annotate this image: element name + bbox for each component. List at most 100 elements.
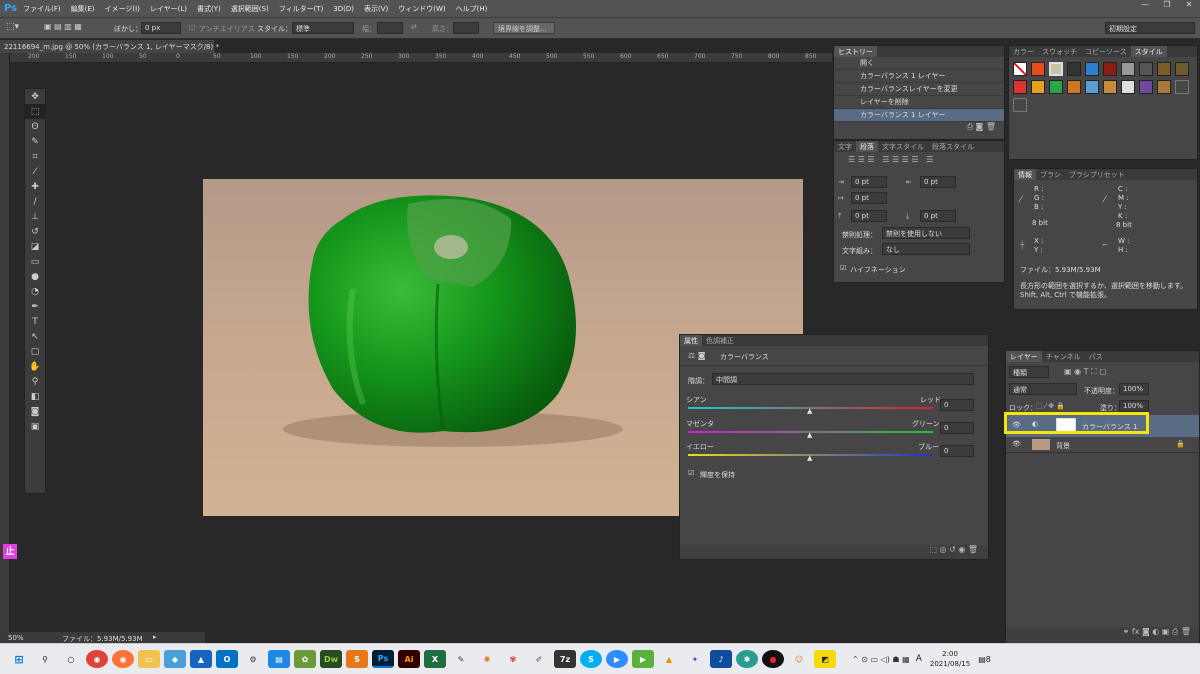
- app-icon[interactable]: ☺: [788, 650, 810, 668]
- lock-icons[interactable]: ⬚ ⁄ ✥ 🔒: [1036, 402, 1065, 410]
- quick-select-tool-icon[interactable]: ✎: [25, 134, 45, 149]
- style-swatches[interactable]: [1013, 62, 1195, 112]
- style-swatch[interactable]: [1175, 62, 1189, 76]
- eraser-tool-icon[interactable]: ◪: [25, 239, 45, 254]
- eyedropper-tool-icon[interactable]: ⁄: [25, 164, 45, 179]
- status-arrow-icon[interactable]: ▸: [153, 633, 157, 641]
- color-swatches-icon[interactable]: ◧: [25, 389, 45, 404]
- path-select-tool-icon[interactable]: ↖: [25, 329, 45, 344]
- menu-edit[interactable]: 編集(E): [71, 4, 95, 14]
- style-swatch[interactable]: [1139, 80, 1153, 94]
- space-after-input[interactable]: 0 pt: [920, 210, 956, 222]
- app-icon[interactable]: ✿: [294, 650, 316, 668]
- zoom-app-icon[interactable]: ▶: [606, 650, 628, 668]
- illustrator-icon[interactable]: Ai: [398, 650, 420, 668]
- feather-input[interactable]: 0 px: [141, 22, 181, 34]
- width-input[interactable]: [377, 22, 403, 34]
- record-icon[interactable]: ●: [762, 650, 784, 668]
- align-buttons-icons[interactable]: ☰ ☰ ☰ ☰ ☰ ☰ ☰ ☰: [848, 155, 933, 164]
- tab-character-style[interactable]: 文字スタイル: [878, 141, 928, 152]
- style-swatch[interactable]: [1121, 80, 1135, 94]
- 7zip-icon[interactable]: 7z: [554, 650, 576, 668]
- style-swatch[interactable]: [1085, 80, 1099, 94]
- style-swatch[interactable]: [1175, 80, 1189, 94]
- layer-kind-select[interactable]: 種類: [1009, 366, 1049, 378]
- dreamweaver-icon[interactable]: Dw: [320, 650, 342, 668]
- outlook-icon[interactable]: O: [216, 650, 238, 668]
- search-icon[interactable]: ⚲: [34, 650, 56, 668]
- layer-row[interactable]: 👁 背景 🔒: [1006, 437, 1199, 453]
- menu-3d[interactable]: 3D(D): [333, 5, 354, 13]
- dodge-tool-icon[interactable]: ◔: [25, 284, 45, 299]
- antialias-checkbox[interactable]: ☐: [189, 24, 195, 32]
- style-swatch[interactable]: [1013, 62, 1027, 76]
- sticky-notes-icon[interactable]: ◩: [814, 650, 836, 668]
- skype-icon[interactable]: S: [580, 650, 602, 668]
- swap-icon[interactable]: ⇄: [411, 23, 417, 31]
- close-icon[interactable]: ✕: [1178, 0, 1200, 12]
- tab-paragraph-style[interactable]: 段落スタイル: [928, 141, 978, 152]
- app-icon[interactable]: ◆: [164, 650, 186, 668]
- style-swatch[interactable]: [1013, 80, 1027, 94]
- pen-tool-icon[interactable]: ✒: [25, 299, 45, 314]
- layer-filter-icons[interactable]: ▣ ◉ T ⛶ ▢: [1064, 367, 1107, 377]
- layers-actions-icons[interactable]: ⚭ fx ◙ ◐ ▣ ⎙ 🗑: [1006, 627, 1199, 643]
- blur-tool-icon[interactable]: ●: [25, 269, 45, 284]
- indent-first-input[interactable]: 0 pt: [851, 192, 887, 204]
- ime-indicator[interactable]: A: [916, 654, 922, 664]
- preserve-checkbox[interactable]: ☑: [688, 469, 694, 477]
- history-actions-icons[interactable]: ⎙ ◙ 🗑: [834, 122, 1004, 132]
- properties-actions-icons[interactable]: ⬚ ◎ ↺ ◉ 🗑: [680, 545, 988, 559]
- tab-color[interactable]: カラー: [1009, 46, 1038, 57]
- tab-character[interactable]: 文字: [834, 141, 856, 152]
- shape-tool-icon[interactable]: ▢: [25, 344, 45, 359]
- tab-layers[interactable]: レイヤー: [1006, 351, 1042, 362]
- indent-left-input[interactable]: 0 pt: [851, 176, 887, 188]
- notification-icon[interactable]: ▤8: [978, 655, 991, 664]
- style-swatch[interactable]: [1067, 62, 1081, 76]
- style-swatch[interactable]: [1067, 80, 1081, 94]
- selection-mode-icons[interactable]: ▣ ▤ ▥ ▦: [44, 22, 82, 31]
- slider-thumb[interactable]: ▲: [807, 454, 812, 462]
- tray-icons[interactable]: ⌃ ⊙ ▭ ◁) ☗ ▦: [852, 655, 910, 664]
- marquee-tool-icon[interactable]: ⬚: [25, 104, 45, 119]
- tab-history[interactable]: ヒストリー: [834, 46, 877, 57]
- minimize-icon[interactable]: —: [1134, 0, 1156, 12]
- fill-input[interactable]: 100%: [1119, 400, 1149, 412]
- tab-brush-presets[interactable]: ブラシプリセット: [1065, 169, 1129, 180]
- style-swatch[interactable]: [1157, 80, 1171, 94]
- menu-filter[interactable]: フィルター(T): [279, 4, 324, 14]
- app-icon[interactable]: ▤: [268, 650, 290, 668]
- cyan-red-value[interactable]: 0: [940, 399, 974, 411]
- tab-clone-source[interactable]: コピーソース: [1081, 46, 1131, 57]
- history-item[interactable]: レイヤーを削除: [834, 96, 1004, 109]
- style-swatch[interactable]: [1139, 62, 1153, 76]
- hand-tool-icon[interactable]: ✋: [25, 359, 45, 374]
- space-before-input[interactable]: 0 pt: [851, 210, 887, 222]
- tab-adjustments[interactable]: 色調補正: [702, 335, 738, 346]
- app-icon[interactable]: ✦: [684, 650, 706, 668]
- menu-window[interactable]: ウィンドウ(W): [398, 4, 445, 14]
- style-swatch[interactable]: [1103, 80, 1117, 94]
- zoom-tool-icon[interactable]: ⚲: [25, 374, 45, 389]
- menu-file[interactable]: ファイル(F): [23, 4, 61, 14]
- history-item[interactable]: カラーバランス 1 レイヤー: [834, 70, 1004, 83]
- app-icon[interactable]: ✱: [736, 650, 758, 668]
- indent-right-input[interactable]: 0 pt: [920, 176, 956, 188]
- slider-thumb[interactable]: ▲: [807, 407, 812, 415]
- crop-tool-icon[interactable]: ⌗: [25, 149, 45, 164]
- windows-start-icon[interactable]: ⊞: [8, 650, 30, 668]
- style-swatch[interactable]: [1103, 62, 1117, 76]
- style-swatch[interactable]: [1049, 80, 1063, 94]
- menu-layer[interactable]: レイヤー(L): [150, 4, 187, 14]
- history-brush-icon[interactable]: ↺: [25, 224, 45, 239]
- history-item[interactable]: 開く: [834, 57, 1004, 70]
- marquee-tool-icon[interactable]: ⬚▾: [6, 22, 19, 32]
- magenta-green-value[interactable]: 0: [940, 422, 974, 434]
- style-swatch[interactable]: [1121, 62, 1135, 76]
- menu-help[interactable]: ヘルプ(H): [456, 4, 488, 14]
- tab-paragraph[interactable]: 段落: [856, 141, 878, 152]
- tab-swatches[interactable]: スウォッチ: [1038, 46, 1081, 57]
- chrome-icon[interactable]: ◉: [86, 650, 108, 668]
- blend-mode-select[interactable]: 通常: [1009, 383, 1077, 395]
